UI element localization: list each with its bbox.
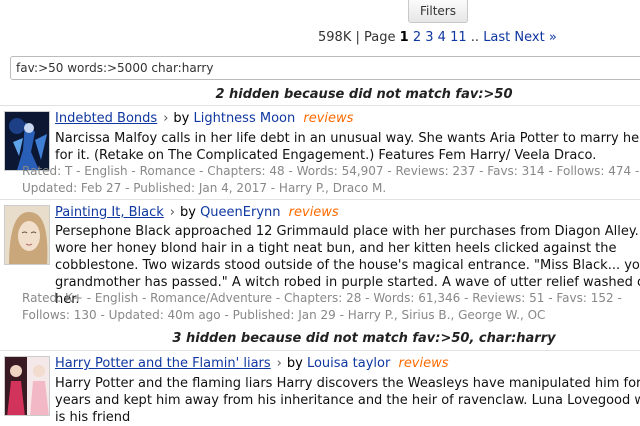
divider [0, 350, 640, 351]
by-label: by [286, 356, 303, 371]
reviews-link[interactable]: reviews [303, 111, 353, 126]
chevron-right-icon[interactable]: › [170, 205, 175, 220]
filters-button[interactable]: Filters [408, 0, 468, 23]
story-summary: Narcissa Malfoy calls in her life debt i… [55, 131, 640, 163]
next-page-link[interactable]: Next » [514, 30, 556, 45]
divider [0, 199, 640, 200]
result-count: 598K [318, 30, 352, 45]
last-page-link[interactable]: Last [483, 30, 510, 45]
author-link[interactable]: Louisa taylor [307, 356, 390, 371]
chevron-right-icon[interactable]: › [163, 111, 168, 126]
page-link-3[interactable]: 3 [425, 30, 433, 45]
hidden-notice: 2 hidden because did not match fav:>50 [215, 87, 513, 102]
chevron-right-icon[interactable]: › [277, 356, 282, 371]
story-title-row: Painting It, Black › by QueenErynn reviews [55, 205, 339, 220]
current-page: 1 [399, 30, 409, 45]
page-link-2[interactable]: 2 [413, 30, 421, 45]
story-title-link[interactable]: Indebted Bonds [55, 111, 157, 126]
by-label: by [179, 205, 196, 220]
story-summary: Harry Potter and the flaming liars Harry… [55, 376, 640, 425]
by-label: by [173, 111, 190, 126]
story-cover-image[interactable] [4, 356, 50, 416]
story-title-row: Indebted Bonds › by Lightness Moon reviews [55, 111, 353, 126]
pager-separator: | [355, 30, 360, 45]
story-meta: Rated: T - English - Romance - Chapters:… [22, 164, 640, 195]
search-input[interactable] [10, 56, 640, 80]
story-cover-image[interactable] [4, 205, 50, 265]
reviews-link[interactable]: reviews [398, 356, 448, 371]
pagination: 598K | Page 1 2 3 4 11 .. Last Next » [318, 30, 557, 45]
page-link-11[interactable]: 11 [450, 30, 467, 45]
page-label: Page [364, 30, 396, 45]
story-title-row: Harry Potter and the Flamin' liars › by Lo… [55, 356, 449, 371]
page-link-4[interactable]: 4 [438, 30, 446, 45]
story-title-link[interactable]: Painting It, Black [55, 205, 164, 220]
hidden-notice: 3 hidden because did not match fav:>50, … [172, 331, 556, 346]
reviews-link[interactable]: reviews [289, 205, 339, 220]
story-meta: Rated: K+ - English - Romance/Adventure … [22, 291, 622, 322]
pager-ellipsis: .. [470, 30, 480, 45]
divider [0, 105, 640, 106]
story-cover-image[interactable] [4, 111, 50, 171]
story-title-link[interactable]: Harry Potter and the Flamin' liars [55, 356, 271, 371]
author-link[interactable]: QueenErynn [200, 205, 280, 220]
author-link[interactable]: Lightness Moon [194, 111, 296, 126]
